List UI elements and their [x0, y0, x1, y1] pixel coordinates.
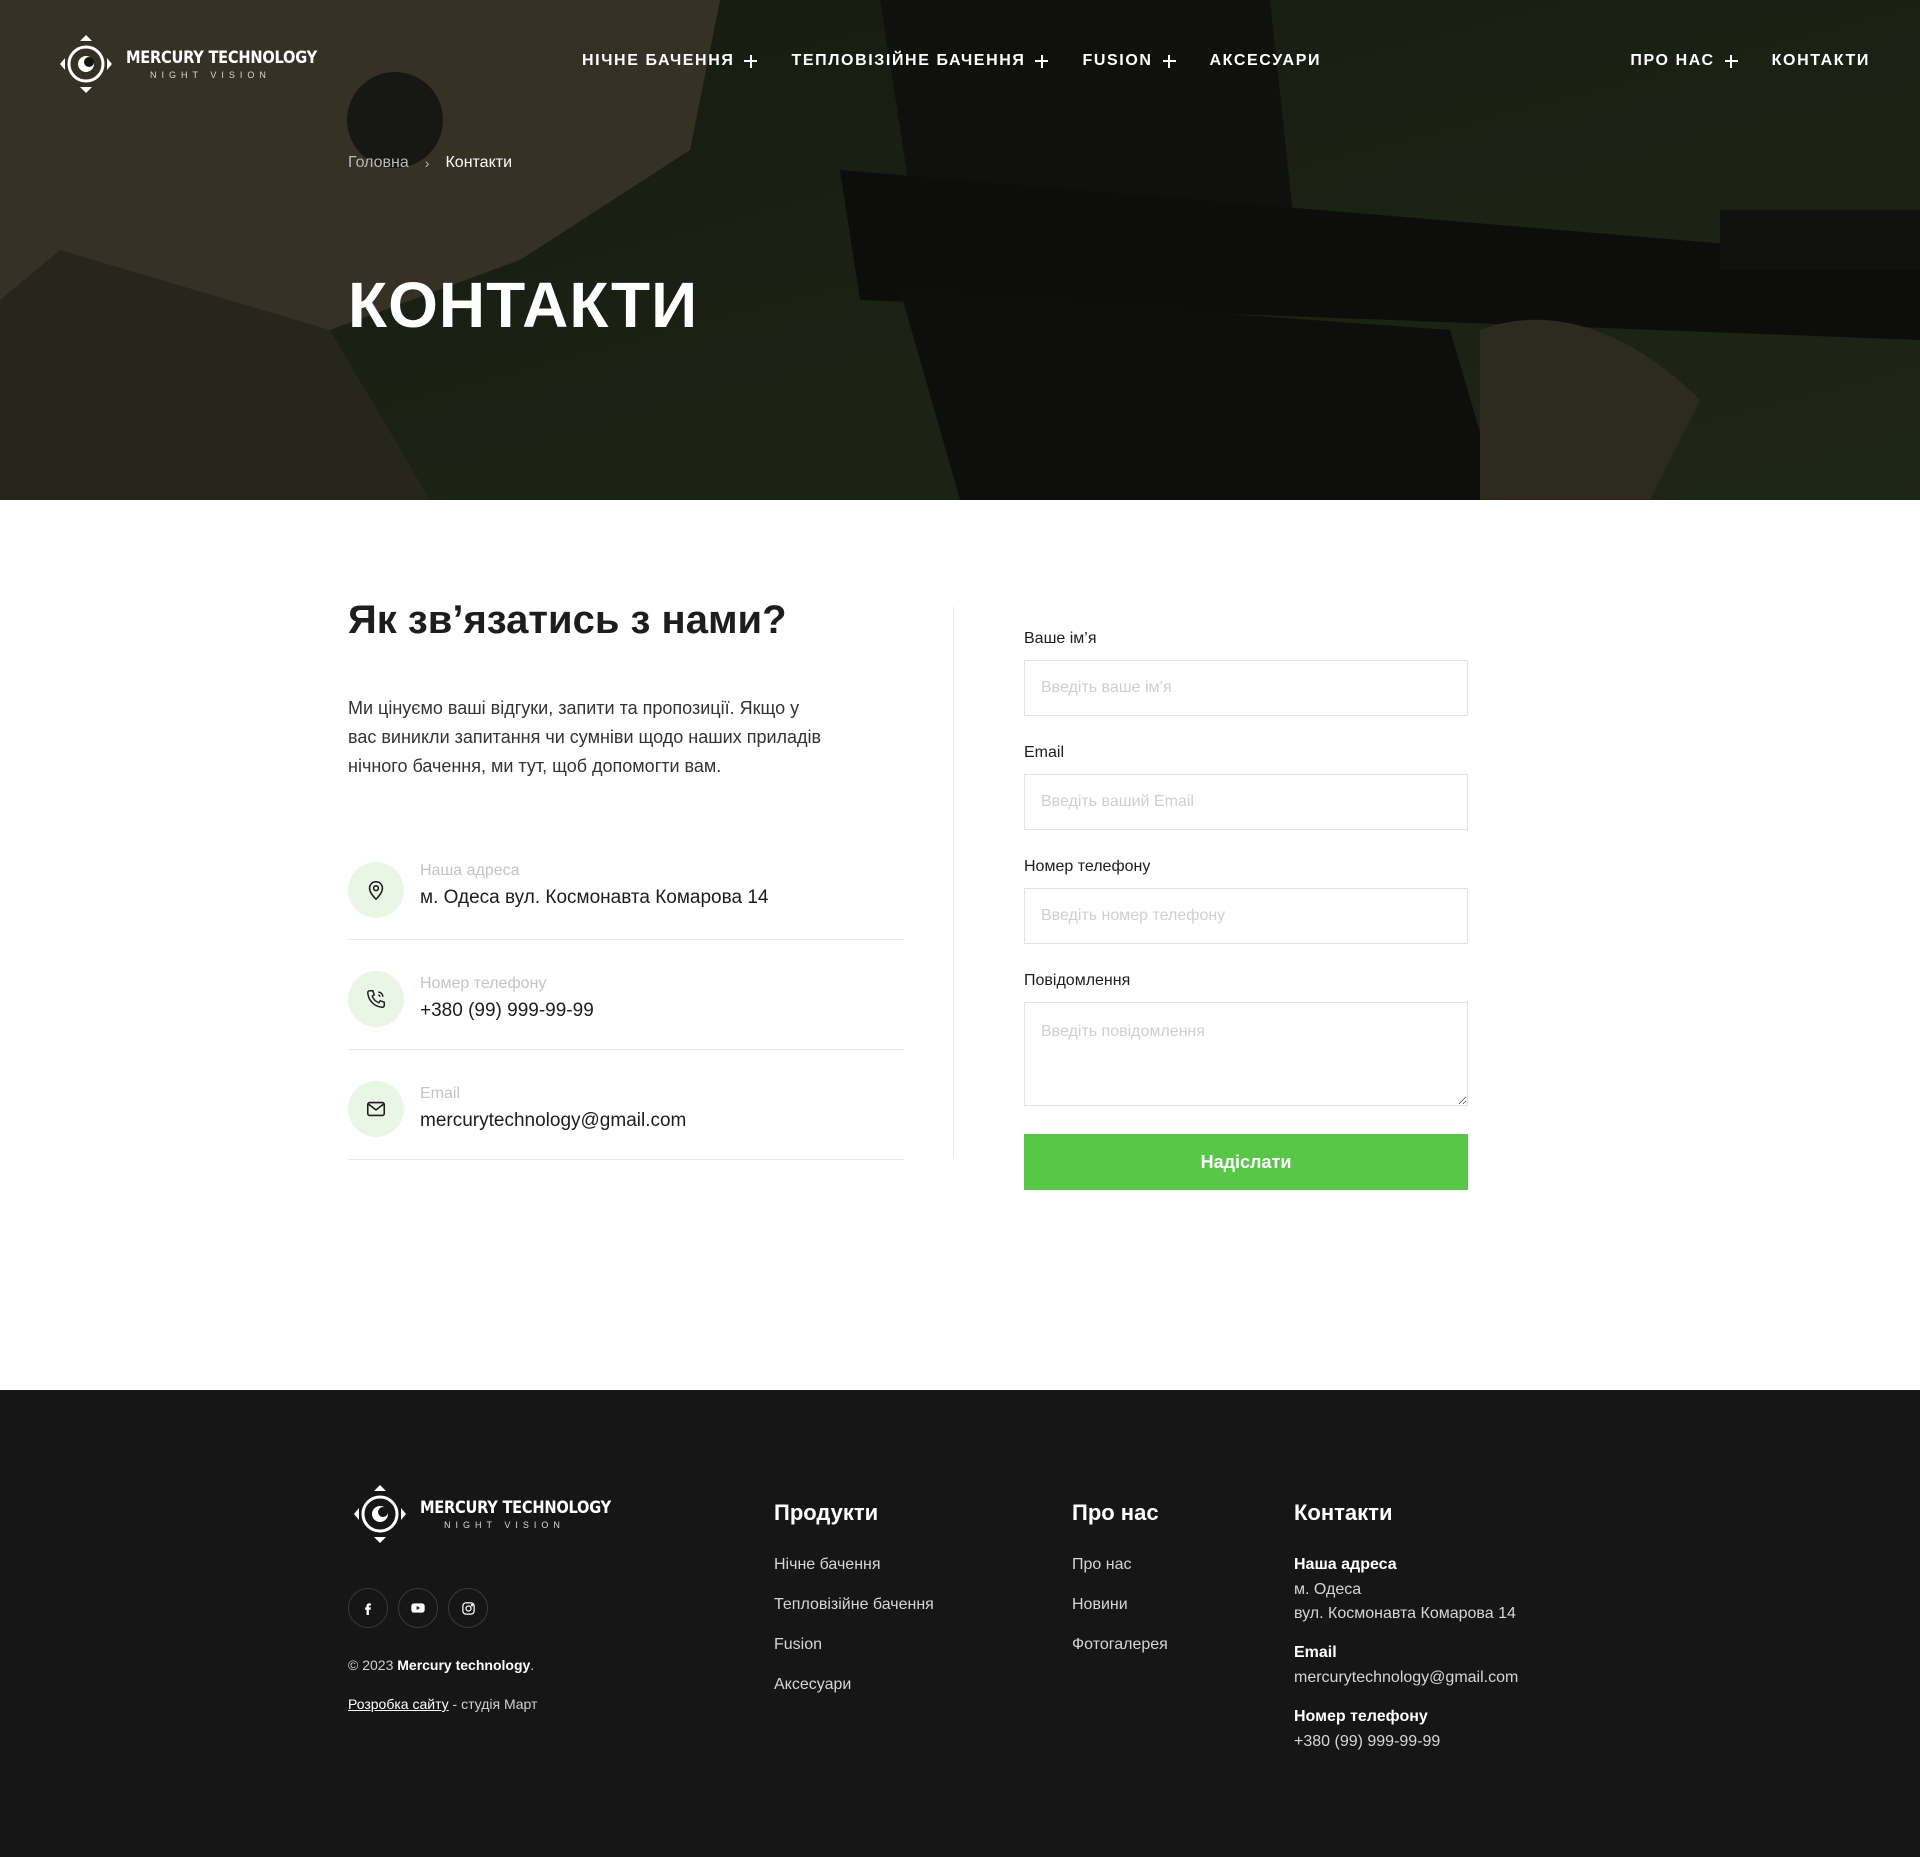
- plus-icon: [1724, 54, 1738, 68]
- footer-link[interactable]: Про нас: [1072, 1556, 1168, 1574]
- page-title: КОНТАКТИ: [348, 269, 699, 341]
- email-label: Email: [1024, 744, 1065, 761]
- breadcrumb-home[interactable]: Головна: [348, 154, 409, 172]
- nav-item-fusion[interactable]: FUSION: [1082, 52, 1176, 70]
- footer-email: Email mercurytechnology@gmail.com: [1294, 1644, 1519, 1686]
- contact-info-address: Наша адреса м. Одеса вул. Космонавта Ком…: [348, 840, 904, 940]
- footer-column-title: Про нас: [1072, 1500, 1159, 1525]
- phone-input[interactable]: [1024, 888, 1468, 944]
- footer-address: Наша адреса м. Одеса вул. Космонавта Ком…: [1294, 1556, 1516, 1622]
- nav-item-accessories[interactable]: АКСЕСУАРИ: [1210, 52, 1322, 70]
- nav-item-about[interactable]: ПРО НАС: [1630, 52, 1738, 70]
- message-label: Повідомлення: [1024, 972, 1131, 989]
- info-label: Номер телефону: [420, 975, 547, 992]
- info-label: Наша адреса: [420, 862, 520, 879]
- contact-info-email: Email mercurytechnology@gmail.com: [348, 1050, 904, 1160]
- footer: MERCURY TECHNOLOGY NIGHT VISION © 2023 M…: [0, 1390, 1920, 1857]
- info-value[interactable]: +380 (99) 999-99-99: [420, 1000, 594, 1022]
- logo-tagline: NIGHT VISION: [150, 70, 271, 80]
- developer-credit: Розробка сайту - студія Март: [348, 1696, 538, 1712]
- section-divider: [953, 607, 954, 1159]
- footer-phone: Номер телефону +380 (99) 999-99-99: [1294, 1708, 1441, 1750]
- contact-info-list: Наша адреса м. Одеса вул. Космонавта Ком…: [348, 840, 904, 1160]
- phone-icon: [348, 970, 404, 1027]
- name-label: Ваше ім’я: [1024, 630, 1097, 647]
- contact-intro: Ми цінуємо ваші відгуки, запити та пропо…: [348, 698, 822, 776]
- instagram-icon[interactable]: [448, 1588, 488, 1628]
- nav-item-thermal[interactable]: ТЕПЛОВІЗІЙНЕ БАЧЕННЯ: [791, 52, 1049, 70]
- name-input[interactable]: [1024, 660, 1468, 716]
- breadcrumb-current: Контакти: [445, 154, 513, 171]
- logo-name: MERCURY TECHNOLOGY: [126, 48, 317, 68]
- main-nav: НІЧНЕ БАЧЕННЯ ТЕПЛОВІЗІЙНЕ БАЧЕННЯ FUSIO…: [582, 52, 1355, 70]
- contact-info-phone: Номер телефону +380 (99) 999-99-99: [348, 940, 904, 1050]
- footer-link[interactable]: Fusion: [774, 1636, 934, 1654]
- header-logo[interactable]: MERCURY TECHNOLOGY NIGHT VISION: [54, 32, 348, 96]
- submit-button[interactable]: Надіслати: [1024, 1134, 1468, 1190]
- hero-banner: MERCURY TECHNOLOGY NIGHT VISION НІЧНЕ БА…: [0, 0, 1920, 500]
- contact-heading: Як зв’язатись з нами?: [348, 598, 787, 642]
- mail-icon: [348, 1080, 404, 1137]
- map-pin-icon: [348, 862, 404, 918]
- plus-icon: [744, 54, 758, 68]
- footer-products-column: Продукти Нічне бачення Тепловізійне баче…: [774, 1500, 934, 1716]
- social-links: [348, 1588, 498, 1628]
- footer-link[interactable]: Фотогалерея: [1072, 1636, 1168, 1654]
- facebook-icon[interactable]: [348, 1588, 388, 1628]
- logo-eye-icon: [354, 1485, 406, 1543]
- footer-contacts-column: Контакти Наша адреса м. Одеса вул. Космо…: [1294, 1500, 1518, 1772]
- developer-link[interactable]: Розробка сайту: [348, 1696, 449, 1712]
- breadcrumb: Головна › Контакти: [348, 154, 512, 172]
- footer-about-column: Про нас Про нас Новини Фотогалерея: [1072, 1500, 1168, 1676]
- breadcrumb-separator-icon: ›: [424, 155, 430, 171]
- nav-item-contacts[interactable]: КОНТАКТИ: [1772, 52, 1870, 70]
- copyright: © 2023 Mercury technology.: [348, 1657, 535, 1673]
- secondary-nav: ПРО НАС КОНТАКТИ: [1630, 52, 1870, 70]
- logo-name: MERCURY TECHNOLOGY: [420, 1498, 611, 1518]
- logo-eye-icon: [60, 35, 112, 93]
- footer-link[interactable]: Аксесуари: [774, 1676, 934, 1694]
- footer-link[interactable]: Новини: [1072, 1596, 1168, 1614]
- message-textarea[interactable]: [1024, 1002, 1468, 1106]
- footer-link[interactable]: Тепловізійне бачення: [774, 1596, 934, 1614]
- footer-column-title: Продукти: [774, 1500, 879, 1525]
- nav-item-night-vision[interactable]: НІЧНЕ БАЧЕННЯ: [582, 52, 758, 70]
- plus-icon: [1162, 54, 1176, 68]
- youtube-icon[interactable]: [398, 1588, 438, 1628]
- contact-form: Ваше ім’я Email Номер телефону Повідомле…: [1024, 630, 1468, 1190]
- plus-icon: [1035, 54, 1049, 68]
- footer-link[interactable]: Нічне бачення: [774, 1556, 934, 1574]
- logo-tagline: NIGHT VISION: [444, 1520, 565, 1530]
- info-label: Email: [420, 1085, 461, 1102]
- footer-logo[interactable]: MERCURY TECHNOLOGY NIGHT VISION: [348, 1482, 642, 1546]
- phone-label: Номер телефону: [1024, 858, 1151, 875]
- info-value[interactable]: mercurytechnology@gmail.com: [420, 1110, 686, 1132]
- info-value: м. Одеса вул. Космонавта Комарова 14: [420, 887, 769, 908]
- footer-column-title: Контакти: [1294, 1500, 1393, 1525]
- email-input[interactable]: [1024, 774, 1468, 830]
